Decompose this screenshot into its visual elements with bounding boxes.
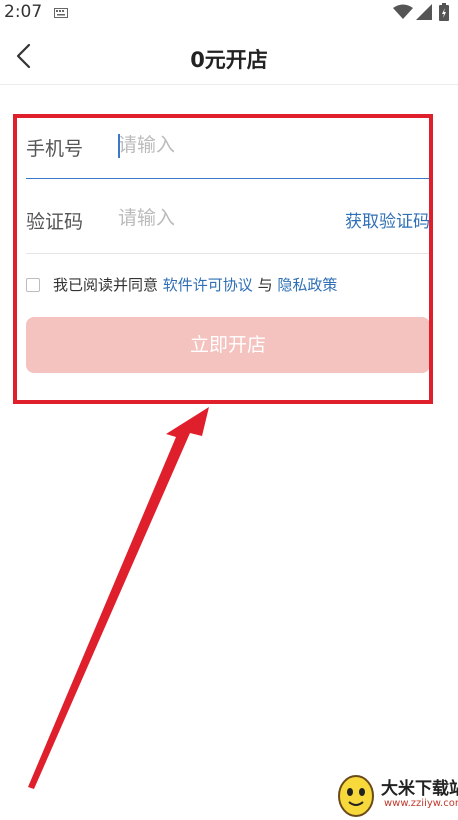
- watermark-url: www.zziiyw.com: [384, 798, 458, 809]
- mascot-logo-icon: [338, 775, 374, 817]
- annotation-arrow: [28, 407, 209, 789]
- watermark-brand: 大米下载站: [381, 779, 458, 799]
